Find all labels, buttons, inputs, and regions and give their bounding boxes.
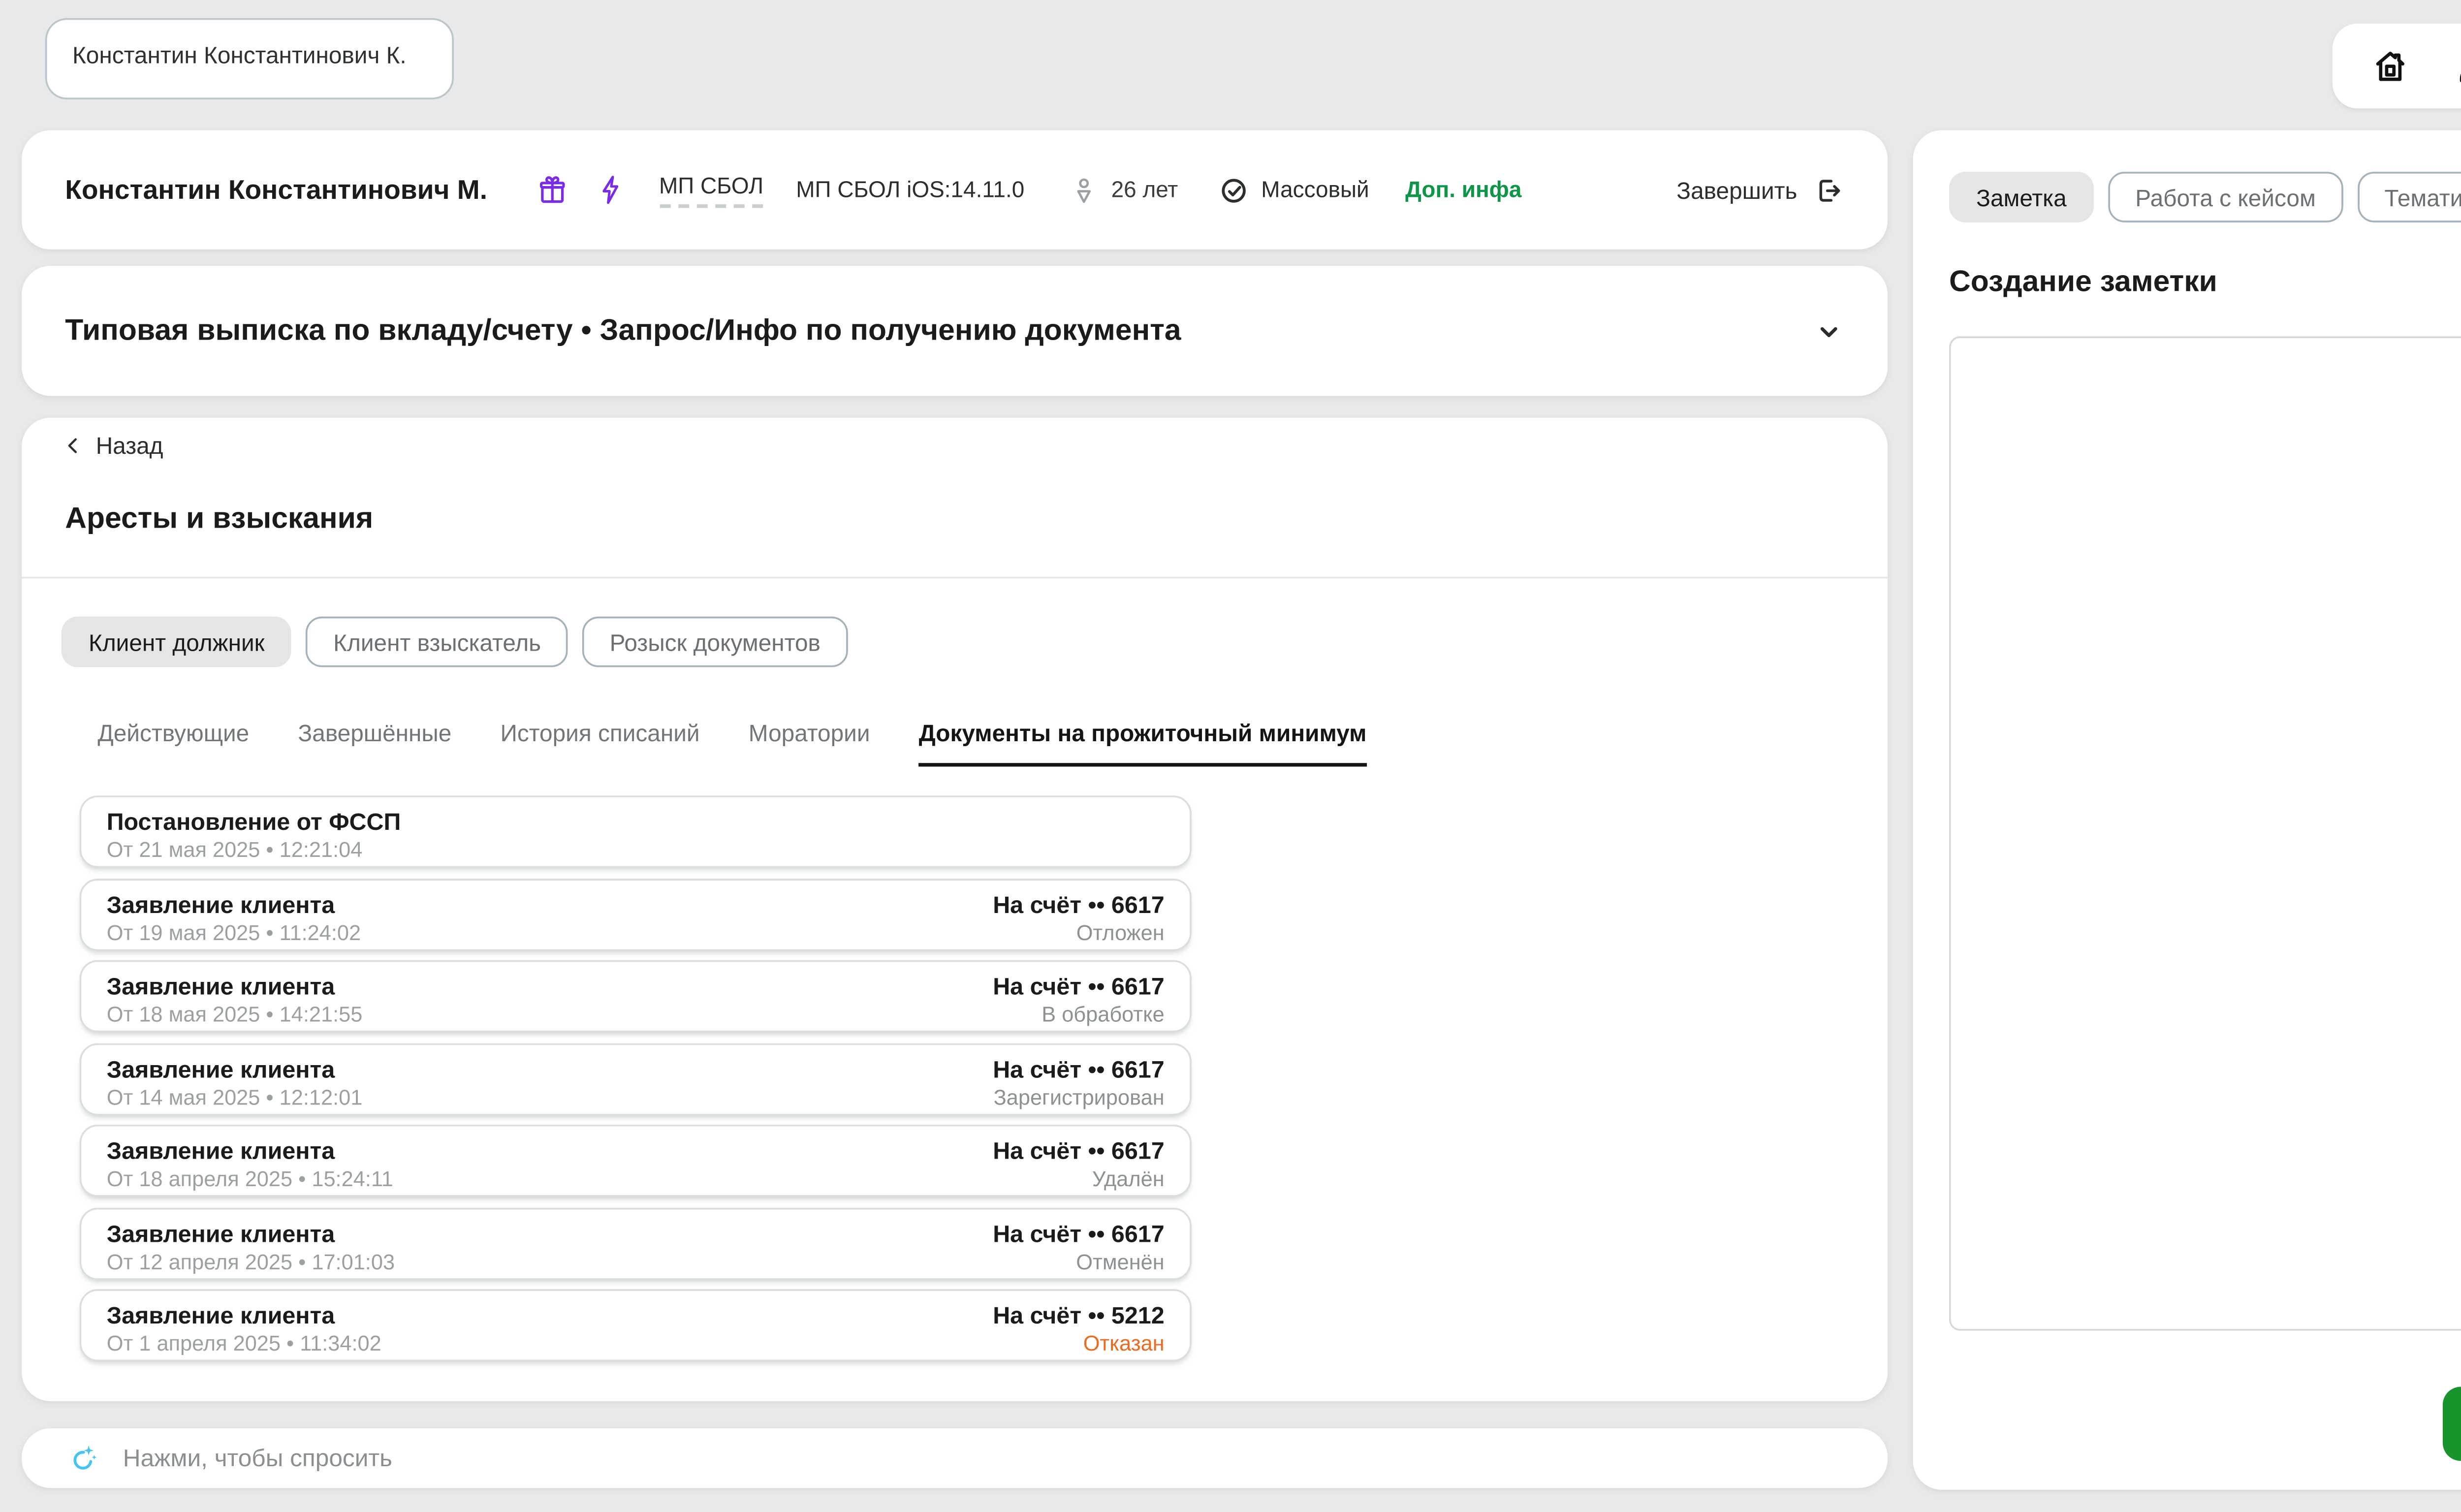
tab-item[interactable]: Завершённые (298, 720, 451, 767)
client-header-card: Константин Константинович М. МП СБОЛ МП … (22, 130, 1888, 250)
note-title: Создание заметки (1949, 265, 2217, 299)
status-badge: Удалён (1092, 1166, 1165, 1192)
document-title: Заявление клиента (106, 1137, 335, 1165)
document-card[interactable]: Заявление клиента От 19 мая 2025 • 11:24:… (79, 878, 1192, 950)
divider (22, 576, 1888, 579)
document-account: На счёт •• 6617 (993, 890, 1165, 918)
topic-selector[interactable]: Типовая выписка по вкладу/счету • Запрос… (22, 265, 1888, 396)
chevron-left-icon (62, 434, 85, 458)
document-account: На счёт •• 6617 (993, 973, 1165, 1000)
document-card[interactable]: Заявление клиента От 1 апреля 2025 • 11:3… (79, 1289, 1192, 1362)
document-account: На счёт •• 6617 (993, 1055, 1165, 1082)
finish-label: Завершить (1676, 176, 1798, 204)
document-card[interactable]: Постановление от ФССП От 21 мая 2025 • 12… (79, 795, 1192, 868)
document-date: От 18 апреля 2025 • 15:24:11 (106, 1166, 393, 1192)
document-card[interactable]: Заявление клиента От 18 мая 2025 • 14:21:… (79, 960, 1192, 1033)
back-label: Назад (95, 432, 163, 460)
channel-full: МП СБОЛ iOS:14.11.0 (796, 177, 1025, 203)
note-tab[interactable]: Тематика (2357, 171, 2461, 222)
client-age-label: 26 лет (1111, 177, 1178, 203)
client-segment-label: Массовый (1261, 177, 1369, 203)
document-date: От 12 апреля 2025 • 17:01:03 (106, 1248, 395, 1274)
status-badge: Отменён (1076, 1248, 1165, 1274)
top-right-nav (2332, 23, 2461, 109)
filter-chip[interactable]: Розыск документов (582, 616, 848, 667)
arrests-card: Назад Аресты и взыскания Клиент должник К… (22, 417, 1888, 1401)
document-account: На счёт •• 5212 (993, 1301, 1165, 1329)
status-badge: Зарегистрирован (993, 1084, 1165, 1109)
filter-chip[interactable]: Клиент взыскатель (306, 616, 568, 667)
chevron-down-icon[interactable] (1813, 315, 1844, 346)
note-tab[interactable]: Работа с кейсом (2108, 171, 2343, 222)
note-tab[interactable]: Заметка (1949, 171, 2094, 222)
status-badge: Отказан (1083, 1330, 1165, 1356)
gift-icon[interactable] (535, 173, 569, 207)
document-title: Заявление клиента (106, 1055, 335, 1082)
back-button[interactable]: Назад (22, 418, 163, 459)
assistant-bar[interactable] (22, 1428, 1888, 1488)
note-tabs: ЗаметкаРабота с кейсомТематикаЗвонок (1949, 171, 2461, 222)
user-icon[interactable] (2450, 46, 2461, 86)
save-button[interactable]: Сохранить (2442, 1386, 2461, 1461)
client-name: Константин Константинович М. (65, 174, 488, 205)
page-title: Аресты и взыскания (65, 503, 374, 536)
sparkle-icon (69, 1443, 99, 1473)
document-card[interactable]: Заявление клиента От 12 апреля 2025 • 17:… (79, 1207, 1192, 1279)
document-title: Заявление клиента (106, 1219, 335, 1247)
topic-title: Типовая выписка по вкладу/счету • Запрос… (65, 314, 1181, 346)
document-card[interactable]: Заявление клиента От 18 апреля 2025 • 15:… (79, 1124, 1192, 1197)
char-counter: 0 / 5000 (1949, 1342, 2461, 1367)
document-list: Постановление от ФССП От 21 мая 2025 • 12… (79, 795, 1192, 1362)
document-date: От 18 мая 2025 • 14:21:55 (106, 1002, 363, 1027)
arrest-tabs: Действующие Завершённые История списаний Мо… (97, 720, 1888, 767)
segment-check-icon (1218, 174, 1248, 205)
note-panel: ЗаметкаРабота с кейсомТематикаЗвонок Соз… (1913, 130, 2461, 1490)
more-info-link[interactable]: Доп. инфа (1405, 177, 1521, 202)
document-title: Постановление от ФССП (106, 808, 401, 836)
channel-short[interactable]: МП СБОЛ (659, 173, 764, 207)
client-segment: Массовый (1218, 174, 1369, 205)
person-small-icon (1068, 174, 1098, 205)
document-date: От 21 мая 2025 • 12:21:04 (106, 837, 363, 863)
document-date: От 1 апреля 2025 • 11:34:02 (106, 1330, 381, 1356)
document-date: От 19 мая 2025 • 11:24:02 (106, 919, 361, 945)
document-card[interactable]: Заявление клиента От 14 мая 2025 • 12:12:… (79, 1042, 1192, 1115)
app-window: Константин Константинович К. Обработка к… (0, 0, 2461, 1512)
status-badge: Отложен (1076, 919, 1165, 945)
note-textarea[interactable] (1949, 336, 2461, 1331)
tab-item[interactable]: Действующие (97, 720, 249, 767)
status-badge: В обработке (1041, 1002, 1165, 1027)
document-account: На счёт •• 6617 (993, 1137, 1165, 1165)
client-search-field[interactable]: Константин Константинович К. (45, 18, 454, 100)
document-date: От 14 мая 2025 • 12:12:01 (106, 1084, 363, 1109)
logout-icon (1813, 174, 1844, 205)
tab-item[interactable]: Моратории (749, 720, 870, 767)
ask-input[interactable] (119, 1443, 1573, 1474)
filter-chip[interactable]: Клиент должник (61, 616, 292, 667)
home-icon[interactable] (2370, 46, 2410, 86)
document-title: Заявление клиента (106, 890, 335, 918)
document-account: На счёт •• 6617 (993, 1219, 1165, 1247)
tab-item[interactable]: История списаний (501, 720, 700, 767)
document-title: Заявление клиента (106, 973, 335, 1000)
client-age: 26 лет (1068, 174, 1178, 205)
finish-button[interactable]: Завершить (1676, 174, 1844, 205)
lightning-icon[interactable] (594, 174, 627, 206)
arrest-filters: Клиент должник Клиент взыскатель Розыск до… (61, 616, 1888, 667)
document-title: Заявление клиента (106, 1301, 335, 1329)
tab-item[interactable]: Документы на прожиточный минимум (918, 720, 1367, 767)
